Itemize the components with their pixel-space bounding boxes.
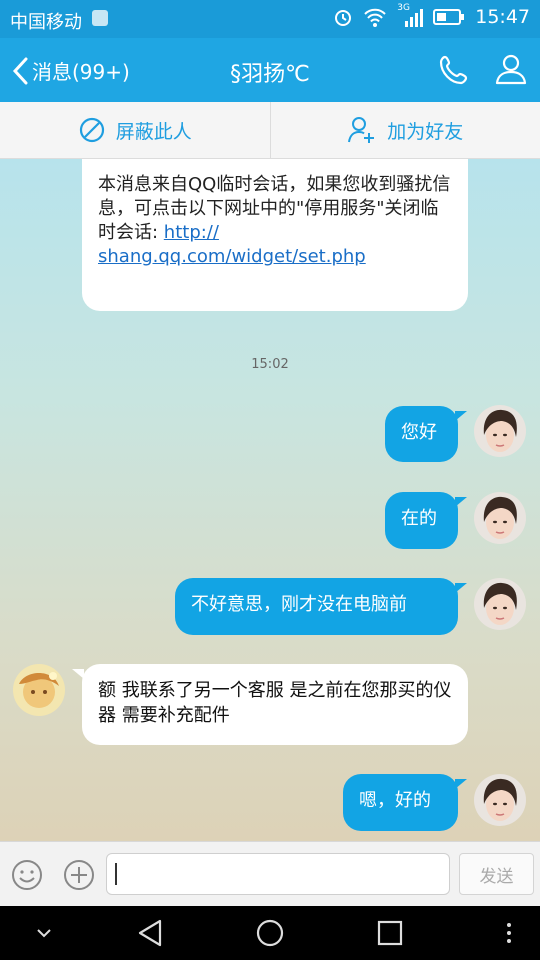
- bubble-tail: [455, 497, 467, 507]
- contact-avatar[interactable]: [13, 664, 65, 716]
- block-icon: [79, 117, 104, 143]
- avatar-image: [474, 578, 526, 630]
- block-button[interactable]: 屏蔽此人: [0, 102, 271, 158]
- message-text: 额 我联系了另一个客服 是之前在您那买的仪器 需要补充配件: [98, 680, 452, 726]
- message-text: 嗯，好的: [359, 790, 431, 811]
- system-nav-bar: [0, 906, 540, 960]
- message-timestamp: 15:02: [251, 357, 289, 372]
- bubble-tail: [455, 411, 467, 421]
- clock: 15:47: [475, 6, 530, 28]
- my-avatar[interactable]: [474, 578, 526, 630]
- settings-link-part1: http://: [163, 222, 219, 243]
- avatar-image: [13, 664, 65, 716]
- signal-icon: [405, 9, 424, 27]
- carrier-name: 中国移动: [10, 12, 82, 33]
- nav-hide-icon[interactable]: [35, 924, 53, 942]
- nav-home-icon[interactable]: [255, 918, 285, 948]
- my-avatar[interactable]: [474, 774, 526, 826]
- add-friend-button[interactable]: 加为好友: [271, 102, 540, 158]
- profile-icon[interactable]: [494, 52, 528, 86]
- message-input[interactable]: [106, 853, 450, 895]
- outgoing-message[interactable]: 在的: [385, 492, 458, 549]
- wifi-icon: [364, 8, 386, 27]
- nav-recents-icon[interactable]: [377, 920, 403, 946]
- alarm-icon: [335, 10, 352, 26]
- action-bar: 屏蔽此人 加为好友: [0, 102, 540, 159]
- phone-icon[interactable]: [438, 54, 470, 86]
- system-notice: 本消息来自QQ临时会话，如果您收到骚扰信息，可点击以下网址中的"停用服务"关闭临…: [82, 159, 468, 311]
- sim-icon: [92, 10, 108, 26]
- input-bar: 发送: [0, 841, 540, 907]
- message-text: 在的: [401, 508, 437, 529]
- outgoing-message[interactable]: 您好: [385, 406, 458, 462]
- bubble-tail: [455, 779, 467, 789]
- incoming-message[interactable]: 额 我联系了另一个客服 是之前在您那买的仪器 需要补充配件: [82, 664, 468, 745]
- avatar-image: [474, 492, 526, 544]
- add-friend-label: 加为好友: [387, 120, 464, 143]
- plus-icon[interactable]: [62, 858, 96, 892]
- chat-area[interactable]: 本消息来自QQ临时会话，如果您收到骚扰信息，可点击以下网址中的"停用服务"关闭临…: [0, 159, 540, 841]
- outgoing-message[interactable]: 不好意思，刚才没在电脑前: [175, 578, 458, 635]
- emoji-icon[interactable]: [10, 858, 44, 892]
- nav-menu-icon[interactable]: [502, 921, 516, 945]
- nav-back-icon[interactable]: [136, 918, 164, 948]
- my-avatar[interactable]: [474, 405, 526, 457]
- message-text: 您好: [401, 422, 437, 443]
- bubble-tail: [455, 583, 467, 593]
- add-friend-icon: [348, 117, 375, 143]
- send-button[interactable]: 发送: [459, 853, 534, 895]
- avatar-image: [474, 405, 526, 457]
- system-notice-text: 本消息来自QQ临时会话，如果您收到骚扰信息，可点击以下网址中的"停用服务"关闭临…: [98, 174, 451, 243]
- avatar-image: [474, 774, 526, 826]
- my-avatar[interactable]: [474, 492, 526, 544]
- status-bar: 中国移动 3G 15:47: [0, 0, 540, 38]
- settings-link-part2: shang.qq.com/widget/set.php: [98, 246, 366, 267]
- text-caret: [115, 863, 117, 885]
- outgoing-message[interactable]: 嗯，好的: [343, 774, 458, 831]
- chat-header: 消息(99+) §羽扬℃: [0, 38, 540, 102]
- block-label: 屏蔽此人: [115, 120, 192, 143]
- message-text: 不好意思，刚才没在电脑前: [191, 594, 407, 615]
- battery-icon: [433, 9, 465, 25]
